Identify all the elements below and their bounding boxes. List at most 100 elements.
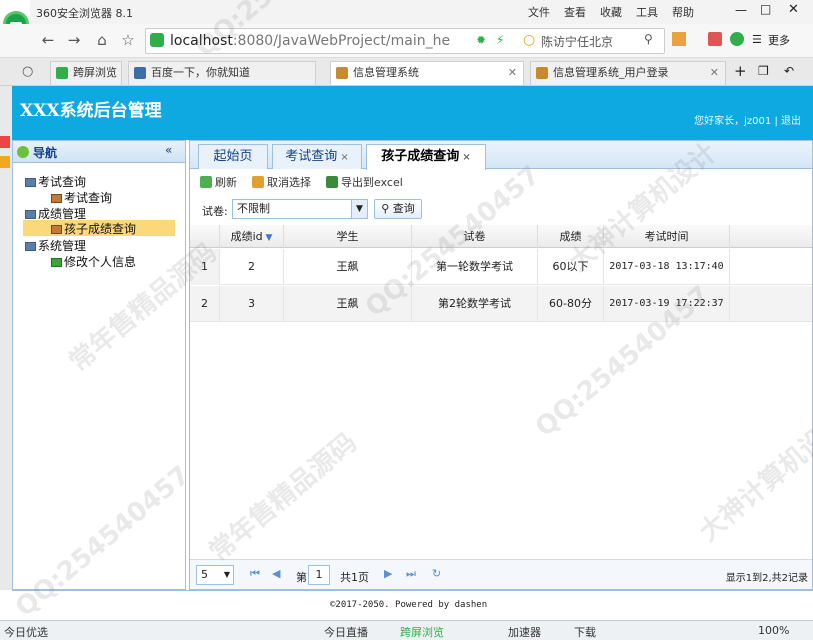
- sidebar-icon[interactable]: [0, 136, 10, 148]
- close-tab-icon[interactable]: ✕: [710, 62, 719, 84]
- search-engine-icon[interactable]: ○: [523, 32, 535, 48]
- pager: 5 ▼ ⏮ ◀ 第 1 共1页 ▶ ⏭ ↻ 显示1到2,共2记录: [190, 559, 812, 589]
- close-tab-icon[interactable]: ✕: [508, 62, 517, 84]
- status-live[interactable]: 今日直播: [324, 624, 368, 640]
- column-header-time[interactable]: 考试时间: [604, 225, 730, 248]
- undo-close-icon[interactable]: ↶: [784, 64, 794, 78]
- browser-tab-row: ○ 跨屏浏览 百度一下，你就知道 信息管理系统 ✕ 信息管理系统_用户登录 ✕ + …: [0, 58, 813, 86]
- menu-more-icon[interactable]: ☰: [752, 33, 762, 46]
- new-tab-icon[interactable]: +: [734, 62, 747, 80]
- home-icon[interactable]: ⌂: [92, 30, 112, 50]
- column-header-student[interactable]: 学生: [284, 225, 412, 248]
- close-tab-icon[interactable]: ×: [340, 152, 348, 163]
- extension-icon[interactable]: [708, 32, 722, 46]
- sidebar-icon[interactable]: [0, 156, 10, 168]
- page-number-input[interactable]: 1: [308, 565, 330, 585]
- search-suggestion[interactable]: 陈访宁任北京: [541, 33, 613, 50]
- browser-statusbar: 今日优选 今日直播 跨屏浏览 加速器 下载 100%: [0, 620, 813, 640]
- column-header-id[interactable]: 成绩id ▼: [220, 225, 284, 248]
- favorite-star-icon[interactable]: ☆: [118, 30, 138, 50]
- status-crossscreen[interactable]: 跨屏浏览: [400, 624, 444, 640]
- maximize-icon[interactable]: □: [760, 2, 771, 16]
- close-window-icon[interactable]: ✕: [788, 2, 799, 17]
- nav-header: 导航 «: [13, 141, 185, 163]
- row-number: 1: [190, 249, 220, 285]
- chevron-down-icon[interactable]: ▼: [351, 200, 367, 218]
- status-accelerator[interactable]: 加速器: [508, 624, 541, 640]
- nav-group-system[interactable]: 系统管理: [25, 237, 86, 254]
- security-icon[interactable]: [730, 32, 744, 46]
- chevron-down-icon: ▼: [223, 570, 230, 579]
- refresh-icon: [200, 176, 212, 188]
- page-label: 第: [296, 571, 307, 584]
- query-button[interactable]: ⚲ 查询: [374, 199, 422, 219]
- export-excel-button[interactable]: 导出到excel: [326, 174, 403, 190]
- pencil-icon: [51, 258, 62, 267]
- nav-group-exam[interactable]: 考试查询: [25, 173, 86, 190]
- record-summary: 显示1到2,共2记录: [725, 573, 808, 584]
- close-tab-icon[interactable]: ×: [462, 152, 470, 163]
- score-grid: 成绩id ▼ 学生 试卷 成绩 考试时间 1 2 王飙 第一轮数学考试 60以下…: [190, 225, 812, 561]
- refresh-button[interactable]: 刷新: [200, 174, 237, 190]
- grid-header: 成绩id ▼ 学生 试卷 成绩 考试时间: [190, 225, 812, 248]
- user-greeting: 您好家长，jz001 | 退出: [694, 116, 801, 127]
- more-button[interactable]: 更多: [768, 32, 790, 48]
- minimize-icon[interactable]: —: [735, 3, 747, 17]
- browser-tab-crossscreen[interactable]: 跨屏浏览: [50, 61, 122, 85]
- tab-child-score[interactable]: 孩子成绩查询 ×: [366, 144, 486, 170]
- nav-item-edit-profile[interactable]: 修改个人信息: [51, 253, 136, 270]
- user-icon: [51, 194, 62, 203]
- cell-score: 60以下: [538, 249, 604, 285]
- footer-text: ©2017-2050. Powered by dashen: [330, 600, 488, 610]
- user-icon: [51, 225, 62, 234]
- column-header-score[interactable]: 成绩: [538, 225, 604, 248]
- logout-link[interactable]: 退出: [781, 116, 801, 127]
- cell-score: 60-80分: [538, 286, 604, 322]
- forward-icon[interactable]: →: [64, 30, 84, 50]
- nav-item-child-score[interactable]: 孩子成绩查询: [23, 220, 175, 236]
- menu-view[interactable]: 查看: [564, 4, 586, 20]
- status-download[interactable]: 下载: [574, 624, 596, 640]
- page-size-select[interactable]: 5 ▼: [196, 565, 234, 585]
- cloud-icon[interactable]: ○: [22, 64, 33, 79]
- tab-home[interactable]: 起始页: [198, 144, 268, 169]
- prev-page-icon[interactable]: ◀: [272, 567, 280, 580]
- cell-student: 王飙: [284, 249, 412, 285]
- menu-help[interactable]: 帮助: [672, 4, 694, 20]
- back-icon[interactable]: ←: [38, 30, 58, 50]
- reload-icon[interactable]: ↻: [432, 567, 441, 580]
- tab-exam-query[interactable]: 考试查询 ×: [272, 144, 362, 169]
- last-page-icon[interactable]: ⏭: [406, 567, 416, 581]
- folder-icon: [25, 210, 36, 219]
- address-url: localhost:8080/JavaWebProject/main_he: [170, 33, 450, 49]
- refresh-flash-icon[interactable]: ✹: [476, 33, 486, 47]
- today-picks[interactable]: 今日优选: [4, 624, 48, 640]
- deselect-button[interactable]: 取消选择: [252, 174, 311, 190]
- cell-exam: 第一轮数学考试: [412, 249, 538, 285]
- next-page-icon[interactable]: ▶: [384, 567, 392, 580]
- table-row[interactable]: 1 2 王飙 第一轮数学考试 60以下 2017-03-18 13:17:40: [190, 249, 812, 285]
- column-header-exam[interactable]: 试卷: [412, 225, 538, 248]
- table-row[interactable]: 2 3 王飙 第2轮数学考试 60-80分 2017-03-19 17:22:3…: [190, 286, 812, 322]
- browser-tab-baidu[interactable]: 百度一下，你就知道: [128, 61, 316, 85]
- nav-item-exam-query[interactable]: 考试查询: [51, 189, 112, 206]
- menu-file[interactable]: 文件: [528, 4, 550, 20]
- browser-tab-login[interactable]: 信息管理系统_用户登录 ✕: [530, 61, 726, 85]
- browser-tab-info-system[interactable]: 信息管理系统 ✕: [330, 61, 524, 85]
- browser-sidebar: [0, 86, 12, 590]
- first-page-icon[interactable]: ⏮: [250, 567, 260, 581]
- lightning-icon[interactable]: ⚡: [496, 33, 504, 47]
- folder-icon: [25, 242, 36, 251]
- exam-filter-select[interactable]: 不限制 ▼: [232, 199, 368, 219]
- apps-icon[interactable]: [672, 32, 686, 46]
- search-icon[interactable]: ⚲: [644, 32, 653, 46]
- nav-globe-icon: [17, 146, 29, 158]
- menu-tools[interactable]: 工具: [636, 4, 658, 20]
- page-icon: [536, 67, 548, 79]
- deselect-icon: [252, 176, 264, 188]
- zoom-level[interactable]: 100%: [758, 624, 789, 637]
- address-bar[interactable]: localhost:8080/JavaWebProject/main_he ✹ …: [145, 28, 665, 54]
- tab-list-icon[interactable]: ❐: [758, 64, 769, 78]
- collapse-icon[interactable]: «: [165, 143, 172, 157]
- menu-favorites[interactable]: 收藏: [600, 4, 622, 20]
